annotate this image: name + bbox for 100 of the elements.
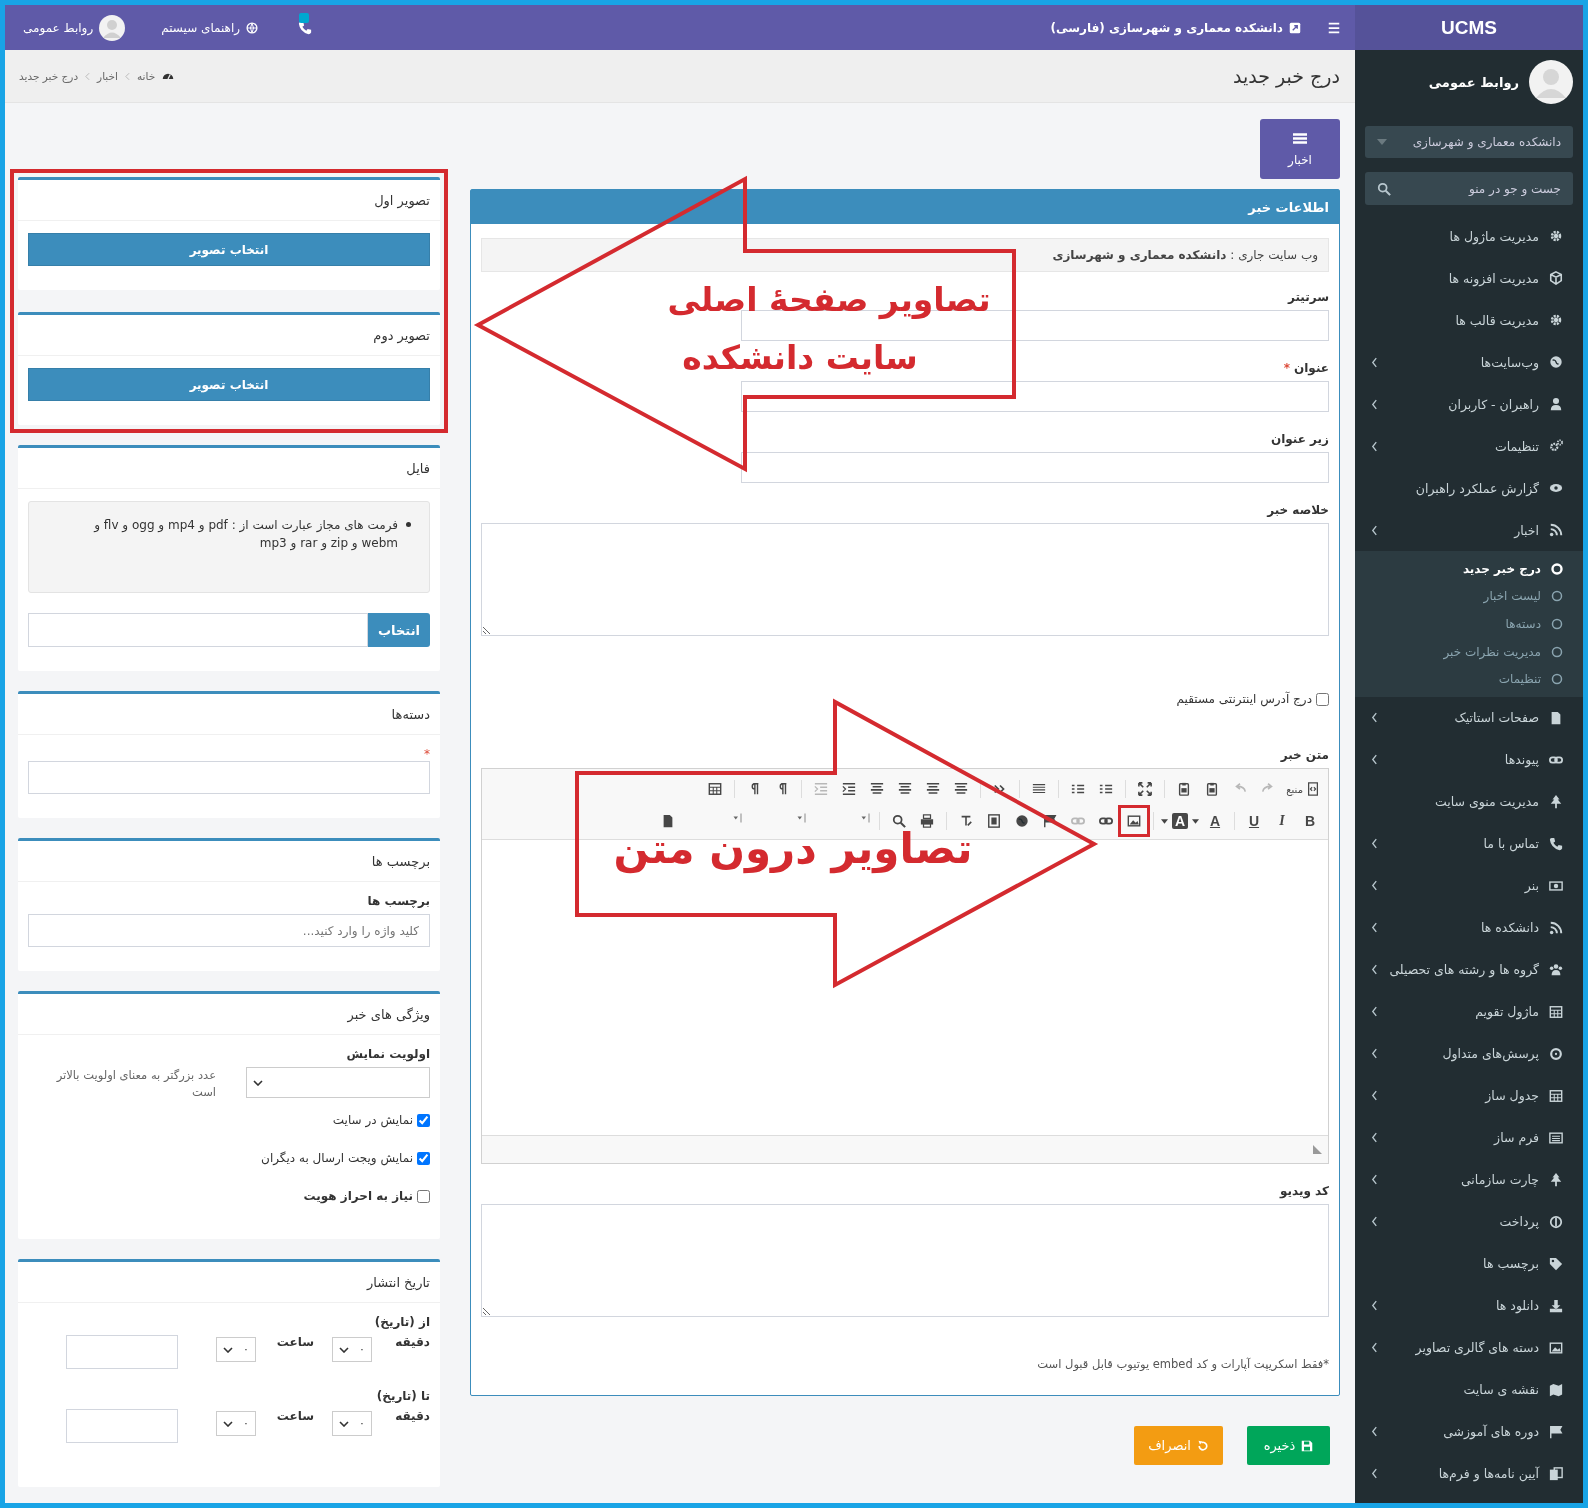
site-link[interactable]: دانشکده معماری و شهرسازی (فارسی) <box>1050 20 1301 35</box>
search-field[interactable]: جست و جو در منو <box>1365 172 1573 205</box>
frame-icon[interactable] <box>987 814 1001 828</box>
menu-item[interactable]: نقشه ی سایت <box>1355 1368 1583 1411</box>
horizontal-line-icon[interactable] <box>1032 782 1047 796</box>
select-image-button[interactable]: انتخاب تصویر <box>28 368 430 401</box>
format-button[interactable]: U <box>1242 809 1266 833</box>
minute-select[interactable]: ۰ <box>332 1337 372 1362</box>
menu-item[interactable]: پرداخت <box>1355 1200 1583 1243</box>
align-icon[interactable] <box>898 782 913 796</box>
format-button[interactable]: I <box>1270 809 1294 833</box>
bulleted-list-icon[interactable] <box>1071 782 1086 796</box>
table-icon <box>1549 1088 1563 1103</box>
printer-icon[interactable] <box>920 814 934 828</box>
circle-icon <box>1551 562 1563 575</box>
align-icon[interactable] <box>926 782 941 796</box>
maximize-icon[interactable] <box>1138 782 1153 796</box>
menu-item[interactable]: ماژول تقویم <box>1355 990 1583 1033</box>
menu-item[interactable]: بنر <box>1355 864 1583 907</box>
select-image-button[interactable]: انتخاب تصویر <box>28 233 430 266</box>
format-button[interactable]: B <box>1298 809 1322 833</box>
image-icon[interactable] <box>1127 814 1141 828</box>
submenu-item[interactable]: مدیریت نظرات خبر <box>1355 637 1583 666</box>
submenu-item[interactable]: لیست اخبار <box>1355 582 1583 611</box>
menu-item[interactable]: مدیریت منوی سایت <box>1355 780 1583 823</box>
menu-item[interactable]: تماس با ما <box>1355 822 1583 865</box>
menu-item[interactable]: صفحات استاتیک <box>1355 696 1583 739</box>
dropdown-icon[interactable] <box>732 811 744 825</box>
menu-item[interactable]: دسته های گالری تصاویر <box>1355 1326 1583 1369</box>
menu-item[interactable]: دانشکده ها <box>1355 906 1583 949</box>
date-field[interactable] <box>66 1335 178 1369</box>
dropdown-icon[interactable] <box>860 811 872 825</box>
breadcrumb-link[interactable]: اخبار <box>97 70 118 82</box>
menu-item[interactable]: پرسش‌های متداول <box>1355 1032 1583 1075</box>
numbered-list-icon[interactable] <box>1099 782 1114 796</box>
color-button[interactable]: A <box>1203 809 1227 833</box>
chevron-icon <box>1371 440 1378 452</box>
clipboard-icon[interactable] <box>1177 782 1192 796</box>
checkbox[interactable] <box>1316 692 1329 706</box>
menu-item[interactable]: راهبران - کاربران <box>1355 383 1583 425</box>
checkbox[interactable] <box>417 1113 430 1127</box>
eraser-icon[interactable] <box>959 814 973 828</box>
category-field[interactable] <box>28 761 430 794</box>
menu-item[interactable]: پیوندها <box>1355 738 1583 781</box>
menu-item[interactable]: برچسب ها <box>1355 1242 1583 1285</box>
checkbox[interactable] <box>417 1151 430 1165</box>
globe-icon[interactable] <box>1015 814 1029 828</box>
menu-item[interactable]: فرم ساز <box>1355 1116 1583 1159</box>
tags-field[interactable]: کلید واژه را وارد کنید... <box>28 914 430 947</box>
file-field[interactable] <box>28 613 369 647</box>
document-icon[interactable] <box>661 814 675 828</box>
input-field[interactable] <box>741 452 1329 483</box>
menu-item[interactable]: جدول ساز <box>1355 1074 1583 1117</box>
brand-logo[interactable]: UCMS <box>1355 5 1583 50</box>
align-icon[interactable] <box>954 782 969 796</box>
submenu-item[interactable]: دسته‌ها <box>1355 610 1583 638</box>
news-button[interactable]: اخبار <box>1260 119 1340 179</box>
user-menu[interactable]: روابط عمومی <box>23 14 126 41</box>
checkbox[interactable] <box>417 1189 430 1203</box>
clipboard-icon[interactable] <box>1205 782 1220 796</box>
help-link[interactable]: راهنمای سیستم <box>161 20 259 35</box>
menu-item[interactable]: چارت سازمانی <box>1355 1158 1583 1201</box>
menu-item[interactable]: وب‌سایت‌ها <box>1355 341 1583 383</box>
input-field[interactable] <box>741 381 1329 412</box>
menu-item[interactable]: دوره های آموزشی <box>1355 1410 1583 1453</box>
submenu-item[interactable]: درج خبر جدید <box>1355 555 1583 583</box>
align-icon[interactable] <box>870 782 885 796</box>
menu-item[interactable]: اخبار <box>1355 509 1583 551</box>
table-icon[interactable] <box>708 782 723 796</box>
menu-item[interactable]: دانلود ها <box>1355 1284 1583 1327</box>
hour-select[interactable]: ۰ <box>216 1411 256 1436</box>
date-field[interactable] <box>66 1409 178 1443</box>
menu-item[interactable]: گزارش عملکرد راهبران <box>1355 467 1583 509</box>
color-button[interactable]: A <box>1172 813 1188 829</box>
menu-item[interactable]: مدیریت ماژول ها <box>1355 215 1583 257</box>
card-title: ویژگی های خبر <box>347 1007 430 1022</box>
flag-icon[interactable] <box>1043 814 1057 828</box>
menu-item[interactable]: تنظیمات <box>1355 425 1583 467</box>
formats-text: فرمت های مجاز عبارت است از : pdf و mp4 و ogg و flv و webm و zip و rar و mp3 <box>92 517 398 552</box>
breadcrumb-link[interactable]: درج خبر جدید <box>19 70 79 82</box>
menu-item[interactable]: مدیریت افزونه ها <box>1355 257 1583 299</box>
hour-select[interactable]: ۰ <box>216 1337 256 1362</box>
resize-icon[interactable] <box>1313 1145 1322 1154</box>
caret-icon[interactable] <box>1192 818 1199 824</box>
menu-item[interactable]: مدیریت قالب ها <box>1355 299 1583 341</box>
caret-icon[interactable] <box>1161 818 1168 824</box>
site-select[interactable]: دانشکده معماری و شهرسازی <box>1365 126 1573 158</box>
submenu-item[interactable]: تنظیمات <box>1355 665 1583 693</box>
minute-select[interactable]: ۰ <box>332 1411 372 1436</box>
menu-item[interactable]: آیین نامه‌ها و فرم‌ها <box>1355 1452 1583 1495</box>
indent-icon[interactable] <box>842 782 857 796</box>
breadcrumb-link[interactable]: خانه <box>136 70 156 82</box>
dropdown-icon[interactable] <box>796 811 808 825</box>
menu-item[interactable]: گروه ها و رشته های تحصیلی <box>1355 948 1583 991</box>
download-icon <box>1549 1298 1563 1313</box>
search-icon[interactable] <box>892 814 906 828</box>
select-button[interactable]: انتخاب <box>368 613 430 647</box>
menu-icon[interactable] <box>1327 20 1341 35</box>
avatar-icon <box>99 14 126 41</box>
source-button[interactable]: منبع <box>1284 777 1322 801</box>
